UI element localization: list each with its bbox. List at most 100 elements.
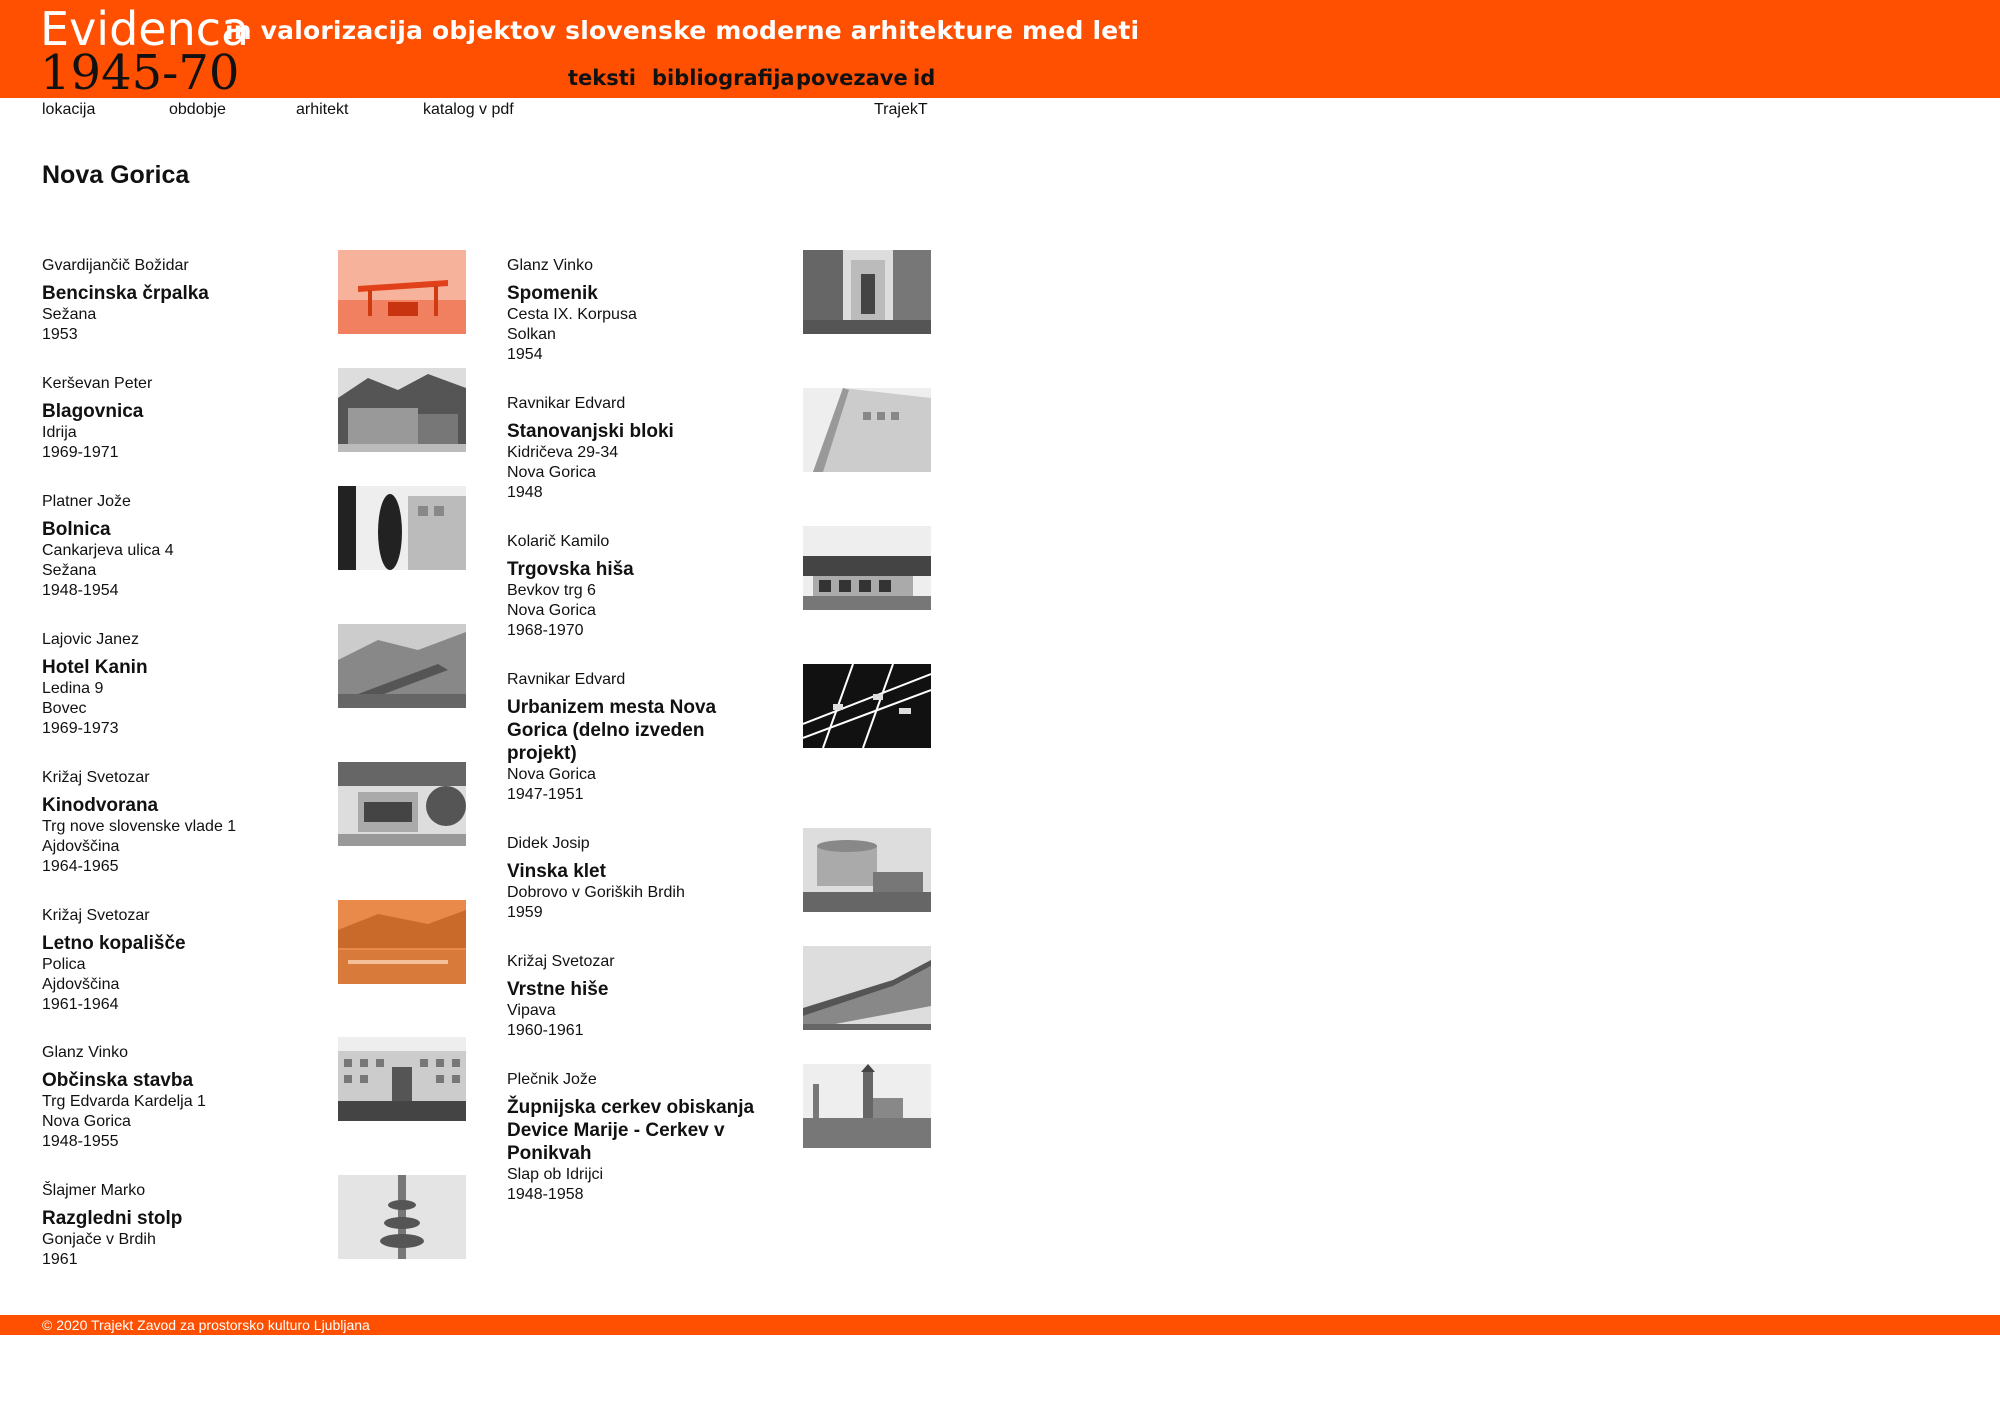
list-item[interactable]: Lajovic Janez Hotel Kanin Ledina 9 Bovec… [42, 622, 148, 739]
entry-year: 1947-1951 [507, 786, 584, 803]
entry-year: 1959 [507, 904, 543, 921]
thumbnail-letno-kopalisce[interactable] [338, 900, 466, 984]
entry-author: Platner Jože [42, 493, 131, 510]
entry-title[interactable]: Župnijska cerkev obiskanja [507, 1096, 754, 1119]
entry-title[interactable]: Vrstne hiše [507, 978, 615, 1001]
entry-title-line[interactable]: Device Marije - Cerkev v [507, 1119, 754, 1142]
subnav-obdobje[interactable]: obdobje [169, 101, 226, 119]
entry-author: Šlajmer Marko [42, 1182, 146, 1199]
entry-title[interactable]: Bencinska črpalka [42, 282, 209, 305]
entry-title[interactable]: Kinodvorana [42, 794, 236, 817]
entry-location: Solkan [507, 326, 556, 343]
thumbnail-kinodvorana[interactable] [338, 762, 466, 846]
entry-title[interactable]: Občinska stavba [42, 1069, 206, 1092]
list-item[interactable]: Plečnik Jože Župnijska cerkev obiskanja … [507, 1062, 754, 1205]
list-item[interactable]: Didek Josip Vinska klet Dobrovo v Gorišk… [507, 826, 685, 923]
entry-title-line[interactable]: Gorica (delno izveden [507, 719, 716, 742]
entry-author: Plečnik Jože [507, 1071, 597, 1088]
entry-title[interactable]: Trgovska hiša [507, 558, 634, 581]
list-item[interactable]: Križaj Svetozar Vrstne hiše Vipava 1960-… [507, 944, 615, 1041]
footer-copyright: © 2020 Trajekt Zavod za prostorsko kultu… [42, 1317, 370, 1333]
thumbnail-spomenik[interactable] [803, 250, 931, 334]
list-item[interactable]: Kolarič Kamilo Trgovska hiša Bevkov trg … [507, 524, 634, 641]
entry-author: Glanz Vinko [507, 257, 593, 274]
entry-location: Idrija [42, 424, 77, 441]
thumbnail-trgovska-hisa[interactable] [803, 526, 931, 610]
subnav-trajekt[interactable]: TrajekT [874, 101, 928, 119]
page-title: Nova Gorica [42, 161, 190, 189]
entry-location: Nova Gorica [42, 1113, 131, 1130]
entry-address: Trg nove slovenske vlade 1 [42, 818, 237, 835]
entry-title[interactable]: Razgledni stolp [42, 1207, 182, 1230]
entry-title[interactable]: Stanovanjski bloki [507, 420, 674, 443]
nav-bibliografija[interactable]: bibliografija [652, 66, 795, 90]
list-item[interactable]: Glanz Vinko Občinska stavba Trg Edvarda … [42, 1035, 206, 1152]
list-item[interactable]: Glanz Vinko Spomenik Cesta IX. Korpusa S… [507, 248, 637, 365]
list-item[interactable]: Križaj Svetozar Letno kopališče Polica A… [42, 898, 186, 1015]
entry-title-line[interactable]: projekt) [507, 742, 716, 765]
entry-year: 1969-1971 [42, 444, 119, 461]
entry-title[interactable]: Vinska klet [507, 860, 685, 883]
entry-title-line[interactable]: Ponikvah [507, 1142, 754, 1165]
entry-year: 1948-1955 [42, 1133, 119, 1150]
entry-year: 1954 [507, 346, 543, 363]
entry-author: Križaj Svetozar [507, 953, 615, 970]
entry-year: 1961 [42, 1251, 78, 1268]
entry-address: Ledina 9 [42, 680, 104, 697]
entry-title[interactable]: Blagovnica [42, 400, 152, 423]
list-item[interactable]: Ravnikar Edvard Urbanizem mesta Nova Gor… [507, 662, 716, 805]
entry-address: Kidričeva 29-34 [507, 444, 619, 461]
entry-location: Ajdovščina [42, 976, 120, 993]
entry-year: 1961-1964 [42, 996, 119, 1013]
entry-author: Kerševan Peter [42, 375, 153, 392]
thumbnail-blagovnica[interactable] [338, 368, 466, 452]
entry-location: Bovec [42, 700, 87, 717]
entry-location: Sežana [42, 306, 97, 323]
thumbnail-vrstne-hise[interactable] [803, 946, 931, 1030]
list-item[interactable]: Gvardijančič Božidar Bencinska črpalka S… [42, 248, 209, 345]
nav-povezave[interactable]: povezave [796, 66, 908, 90]
entry-location: Ajdovščina [42, 838, 120, 855]
entry-author: Lajovic Janez [42, 631, 139, 648]
logo-years[interactable]: 1945-70 [40, 45, 239, 101]
subnav-katalog-pdf[interactable]: katalog v pdf [423, 101, 514, 119]
list-item[interactable]: Šlajmer Marko Razgledni stolp Gonjače v … [42, 1173, 182, 1270]
thumbnail-bencinska-crpalka[interactable] [338, 250, 466, 334]
entry-title[interactable]: Spomenik [507, 282, 637, 305]
entry-address: Bevkov trg 6 [507, 582, 596, 599]
entry-author: Kolarič Kamilo [507, 533, 610, 550]
site-footer: © 2020 Trajekt Zavod za prostorsko kultu… [0, 1315, 2000, 1335]
subnav-arhitekt[interactable]: arhitekt [296, 101, 348, 119]
entry-title[interactable]: Bolnica [42, 518, 174, 541]
thumbnail-hotel-kanin[interactable] [338, 624, 466, 708]
site-tagline: in valorizacija objektov slovenske moder… [225, 16, 1140, 45]
list-item[interactable]: Kerševan Peter Blagovnica Idrija 1969-19… [42, 366, 152, 463]
thumbnail-obcinska-stavba[interactable] [338, 1037, 466, 1121]
entry-address: Cankarjeva ulica 4 [42, 542, 174, 559]
entry-author: Glanz Vinko [42, 1044, 128, 1061]
entry-author: Ravnikar Edvard [507, 395, 626, 412]
subnav-lokacija[interactable]: lokacija [42, 101, 95, 119]
entry-year: 1948 [507, 484, 543, 501]
thumbnail-urbanizem[interactable] [803, 664, 931, 748]
thumbnail-razgledni-stolp[interactable] [338, 1175, 466, 1259]
nav-teksti[interactable]: teksti [568, 66, 636, 90]
entry-year: 1953 [42, 326, 78, 343]
entry-year: 1948-1958 [507, 1186, 584, 1203]
entry-author: Didek Josip [507, 835, 590, 852]
entry-address: Polica [42, 956, 86, 973]
thumbnail-vinska-klet[interactable] [803, 828, 931, 912]
entry-location: Nova Gorica [507, 464, 596, 481]
entry-title[interactable]: Urbanizem mesta Nova [507, 696, 716, 719]
entry-location: Vipava [507, 1002, 556, 1019]
thumbnail-stanovanjski-bloki[interactable] [803, 388, 931, 472]
entry-title[interactable]: Letno kopališče [42, 932, 186, 955]
entry-year: 1948-1954 [42, 582, 119, 599]
list-item[interactable]: Ravnikar Edvard Stanovanjski bloki Kidri… [507, 386, 674, 503]
nav-id[interactable]: id [913, 66, 935, 90]
list-item[interactable]: Križaj Svetozar Kinodvorana Trg nove slo… [42, 760, 236, 877]
list-item[interactable]: Platner Jože Bolnica Cankarjeva ulica 4 … [42, 484, 174, 601]
entry-title[interactable]: Hotel Kanin [42, 656, 148, 679]
thumbnail-bolnica[interactable] [338, 486, 466, 570]
thumbnail-zupnijska-cerkev[interactable] [803, 1064, 931, 1148]
